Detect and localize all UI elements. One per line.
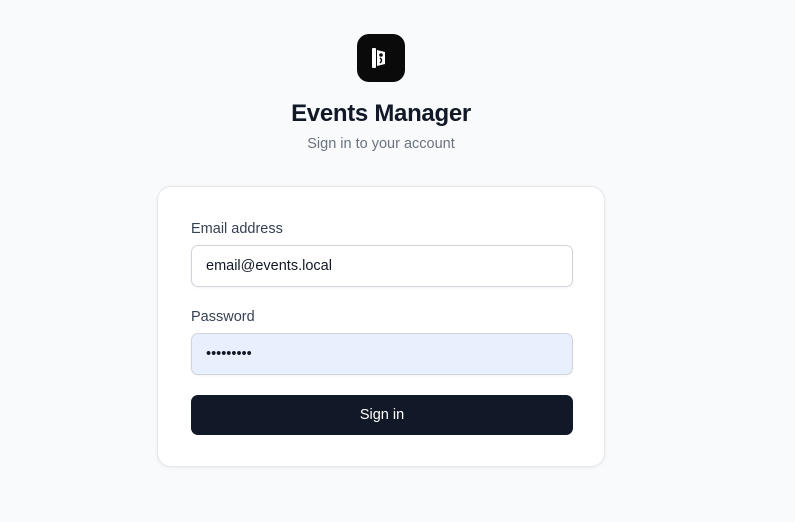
password-field[interactable] <box>191 333 573 375</box>
login-card: Email address Password Sign in <box>157 186 605 467</box>
password-label: Password <box>191 309 255 325</box>
doorway-figure-icon <box>372 48 385 68</box>
sign-in-button[interactable]: Sign in <box>191 395 573 435</box>
app-logo <box>357 34 405 82</box>
page-subtitle: Sign in to your account <box>307 136 455 152</box>
email-label: Email address <box>191 221 283 237</box>
page-title: Events Manager <box>291 100 471 127</box>
email-field[interactable] <box>191 245 573 287</box>
